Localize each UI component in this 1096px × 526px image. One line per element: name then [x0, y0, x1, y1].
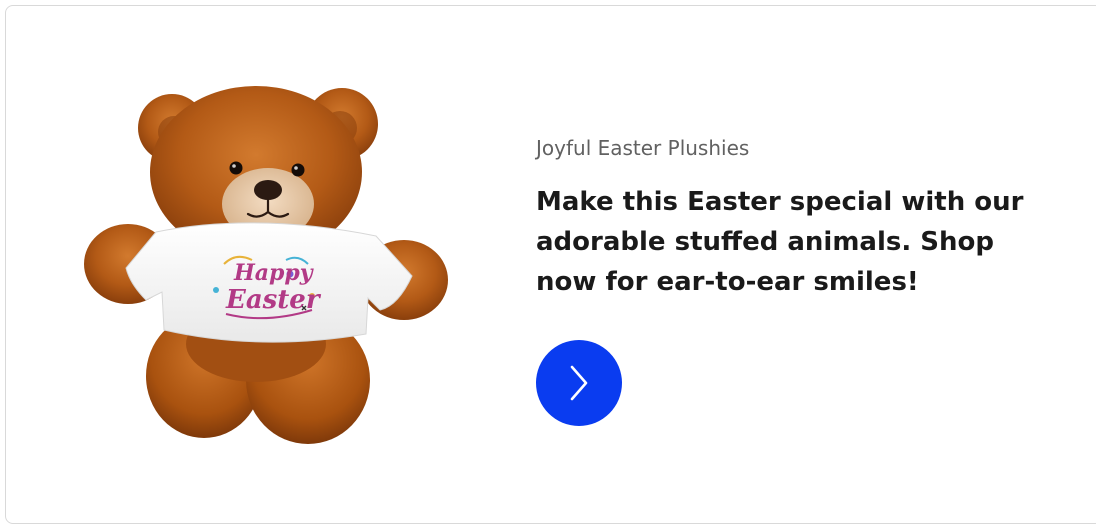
teddy-bear-image[interactable]: Happy Easter [76, 84, 456, 452]
promo-headline: Make this Easter special with our adorab… [536, 187, 1024, 297]
promo-eyebrow: Joyful Easter Plushies [536, 136, 750, 160]
next-button[interactable] [536, 340, 622, 426]
chevron-right-icon [570, 365, 588, 401]
promo-content: Joyful Easter Plushies Make this Easter … [536, 134, 1066, 302]
teddy-bear-illustration: Happy Easter [84, 86, 448, 444]
shirt-text-happy: Happy [233, 260, 315, 286]
promo-card: Happy Easter Joyful Easter Plushies Make… [5, 5, 1096, 524]
